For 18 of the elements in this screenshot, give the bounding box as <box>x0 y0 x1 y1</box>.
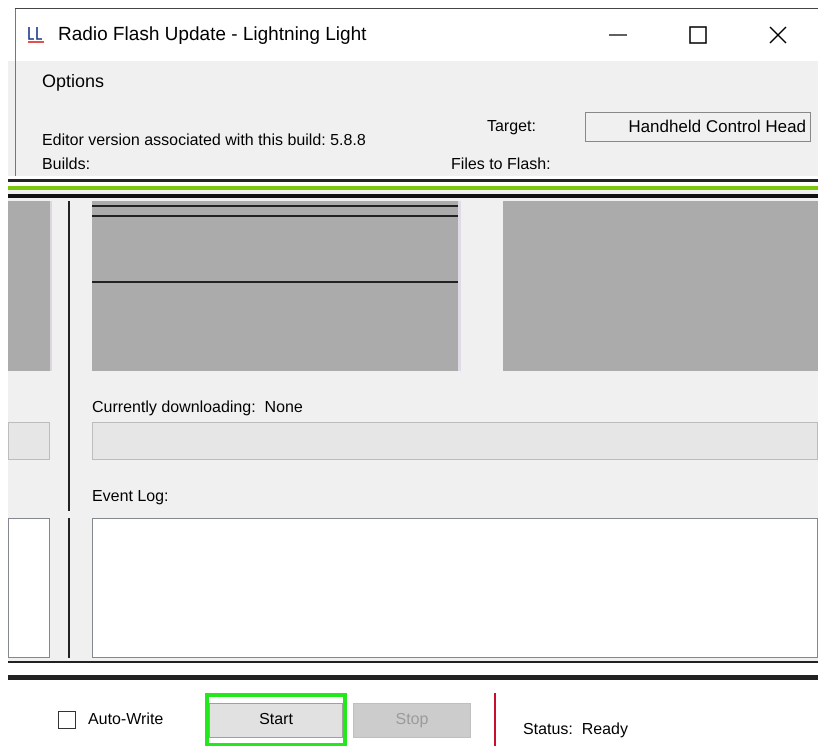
window-title: Radio Flash Update - Lightning Light <box>58 24 368 46</box>
builds-label: Builds: <box>42 156 92 175</box>
status-label: Status: Ready <box>523 721 628 739</box>
start-button[interactable]: Start <box>209 702 343 738</box>
target-field[interactable]: Handheld Control Head <box>585 112 811 142</box>
auto-write-label: Auto-Write <box>88 711 164 729</box>
downloading-label: Currently downloading: None <box>92 399 303 416</box>
event-log-label: Event Log: <box>92 488 168 505</box>
menu-item[interactable]: Options <box>42 70 104 92</box>
minimize-icon[interactable] <box>609 34 627 36</box>
builds-list[interactable] <box>92 201 458 371</box>
close-icon[interactable] <box>769 26 787 44</box>
files-to-flash-label: Files to Flash: <box>451 156 551 175</box>
maximize-icon[interactable] <box>689 26 707 44</box>
auto-write-checkbox[interactable] <box>58 711 76 729</box>
app-logo-icon <box>26 25 46 45</box>
editor-version-label: Editor version associated with this build: 5.8.8 <box>42 132 367 150</box>
target-label: Target: <box>487 118 537 136</box>
